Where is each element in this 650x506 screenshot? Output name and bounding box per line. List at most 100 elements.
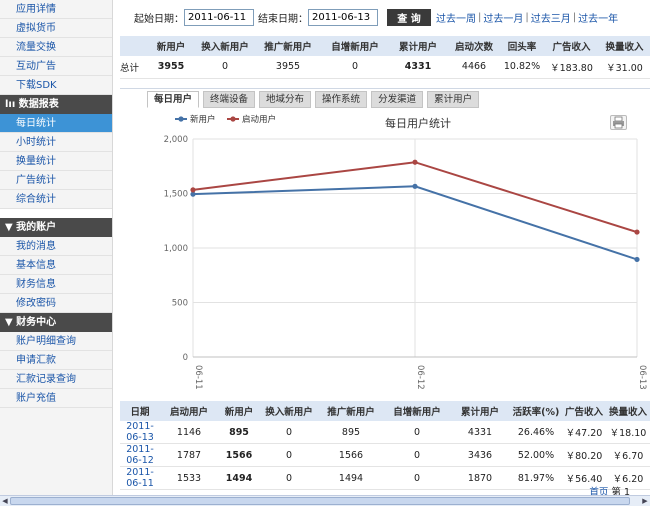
nav-section-finance[interactable]: ▼ 财务中心 <box>0 313 112 332</box>
nav-report-item-4[interactable]: 综合统计 <box>0 190 112 209</box>
legend-label[interactable]: 新用户 <box>190 114 216 125</box>
tab-4[interactable]: 分发渠道 <box>371 91 424 108</box>
detail-cell: 1787 <box>160 443 218 467</box>
scrollbar-thumb[interactable] <box>10 497 630 505</box>
detail-cell: ￥80.20 <box>562 443 606 467</box>
link-separator: | <box>525 11 529 23</box>
nav-report-item-2[interactable]: 换量统计 <box>0 152 112 171</box>
nav-finance-item-0[interactable]: 账户明细查询 <box>0 332 112 351</box>
nav-account-item-2[interactable]: 财务信息 <box>0 275 112 294</box>
date-filter-bar: 起始日期： 结束日期： 查 询 过去一周| 过去一月| 过去三月| 过去一年 <box>134 8 618 26</box>
detail-cell: 1494 <box>218 466 260 490</box>
detail-cell: 1566 <box>218 443 260 467</box>
data-point[interactable] <box>634 256 640 263</box>
end-date-label: 结束日期： <box>258 13 308 25</box>
x-tick-label: 06-13 <box>637 365 647 390</box>
y-tick-label: 0 <box>183 353 188 363</box>
nav-finance-item-2[interactable]: 汇款记录查询 <box>0 370 112 389</box>
data-point[interactable] <box>634 229 640 235</box>
print-icon[interactable] <box>610 115 627 130</box>
detail-cell: 0 <box>384 466 450 490</box>
past-week-link[interactable]: 过去一周 <box>436 10 476 25</box>
summary-col-header: 回头率 <box>500 36 544 56</box>
horizontal-scrollbar[interactable]: ◀ ▶ <box>0 495 650 506</box>
past-year-link[interactable]: 过去一年 <box>578 10 618 25</box>
past-three-months-link[interactable]: 过去三月 <box>531 10 571 25</box>
data-point[interactable] <box>412 159 418 165</box>
detail-cell: 895 <box>318 421 384 444</box>
data-point[interactable] <box>412 183 418 189</box>
nav-app-item-1[interactable]: 虚拟货币 <box>0 19 112 38</box>
nav-section-account[interactable]: ▼ 我的账户 <box>0 218 112 237</box>
tab-1[interactable]: 终端设备 <box>203 91 256 108</box>
summary-cell: 10.82% <box>500 56 544 79</box>
nav-app-item-0[interactable]: 应用详情 <box>0 0 112 19</box>
start-date-label: 起始日期： <box>134 13 184 25</box>
legend-marker <box>230 116 236 122</box>
detail-cell: 0 <box>260 421 318 444</box>
nav-gap <box>0 209 112 218</box>
nav-finance-item-3[interactable]: 账户充值 <box>0 389 112 408</box>
summary-col-header: 累计用户 <box>388 36 448 56</box>
summary-cell: 4331 <box>388 56 448 79</box>
detail-cell: 4331 <box>450 421 510 444</box>
data-point[interactable] <box>190 187 196 193</box>
detail-cell: 52.00% <box>510 443 562 467</box>
detail-cell: ￥47.20 <box>562 421 606 444</box>
tab-5[interactable]: 累计用户 <box>427 91 480 108</box>
detail-cell: 26.46% <box>510 421 562 444</box>
detail-date-link[interactable]: 2011-06-13 <box>120 421 160 444</box>
detail-col-header: 广告收入 <box>562 401 606 421</box>
summary-cell: 4466 <box>448 56 500 79</box>
query-button[interactable]: 查 询 <box>387 8 431 26</box>
scroll-left-icon[interactable]: ◀ <box>0 496 10 506</box>
nav-app-item-2[interactable]: 流量交换 <box>0 38 112 57</box>
detail-cell: 81.97% <box>510 466 562 490</box>
detail-col-header: 推广新用户 <box>318 401 384 421</box>
nav-account-item-3[interactable]: 修改密码 <box>0 294 112 313</box>
nav-section-reports[interactable]: lıı 数据报表 <box>0 95 112 114</box>
table-row: 2011-06-12 1787 1566 0 1566 0 3436 52.00% ￥80.20… <box>120 443 650 467</box>
y-tick-label: 1,500 <box>164 190 188 200</box>
detail-cell: ￥18.10 <box>606 421 650 444</box>
main-content: 起始日期： 结束日期： 查 询 过去一周| 过去一月| 过去三月| 过去一年 新… <box>120 0 650 506</box>
detail-cell: 1146 <box>160 421 218 444</box>
scroll-right-icon[interactable]: ▶ <box>640 496 650 506</box>
detail-col-header: 换入新用户 <box>260 401 318 421</box>
nav-app-item-3[interactable]: 互动广告 <box>0 57 112 76</box>
past-month-link[interactable]: 过去一月 <box>483 10 523 25</box>
detail-date-link[interactable]: 2011-06-11 <box>120 466 160 490</box>
tab-0[interactable]: 每日用户 <box>147 91 200 108</box>
nav-finance-item-1[interactable]: 申请汇款 <box>0 351 112 370</box>
nav-report-item-1[interactable]: 小时统计 <box>0 133 112 152</box>
detail-cell: 0 <box>260 466 318 490</box>
summary-cell: ￥183.80 <box>544 56 599 79</box>
nav-account-item-0[interactable]: 我的消息 <box>0 237 112 256</box>
nav-app-item-4[interactable]: 下载SDK <box>0 76 112 95</box>
table-row: 2011-06-13 1146 895 0 895 0 4331 26.46% ￥47.20 ￥1… <box>120 421 650 444</box>
end-date-input[interactable] <box>308 8 378 26</box>
detail-col-header: 日期 <box>120 401 160 421</box>
detail-cell: 895 <box>218 421 260 444</box>
tab-3[interactable]: 操作系统 <box>315 91 368 108</box>
summary-col-header: 新用户 <box>146 36 196 56</box>
detail-cell: ￥6.70 <box>606 443 650 467</box>
detail-date-link[interactable]: 2011-06-12 <box>120 443 160 467</box>
summary-cell: 0 <box>196 56 254 79</box>
detail-cell: 1494 <box>318 466 384 490</box>
summary-col-header: 广告收入 <box>544 36 599 56</box>
detail-col-header: 启动用户 <box>160 401 218 421</box>
nav-account-item-1[interactable]: 基本信息 <box>0 256 112 275</box>
detail-cell: 1870 <box>450 466 510 490</box>
detail-cell: 0 <box>260 443 318 467</box>
start-date-input[interactable] <box>184 8 254 26</box>
detail-cell: 1533 <box>160 466 218 490</box>
summary-cell: 3955 <box>254 56 322 79</box>
nav-report-item-0[interactable]: 每日统计 <box>0 114 112 133</box>
detail-col-header: 自增新用户 <box>384 401 450 421</box>
nav-report-item-3[interactable]: 广告统计 <box>0 171 112 190</box>
chart-title: 每日用户统计 <box>385 116 451 130</box>
tab-2[interactable]: 地域分布 <box>259 91 312 108</box>
legend-label[interactable]: 启动用户 <box>242 114 276 125</box>
y-tick-label: 1,000 <box>164 244 188 254</box>
